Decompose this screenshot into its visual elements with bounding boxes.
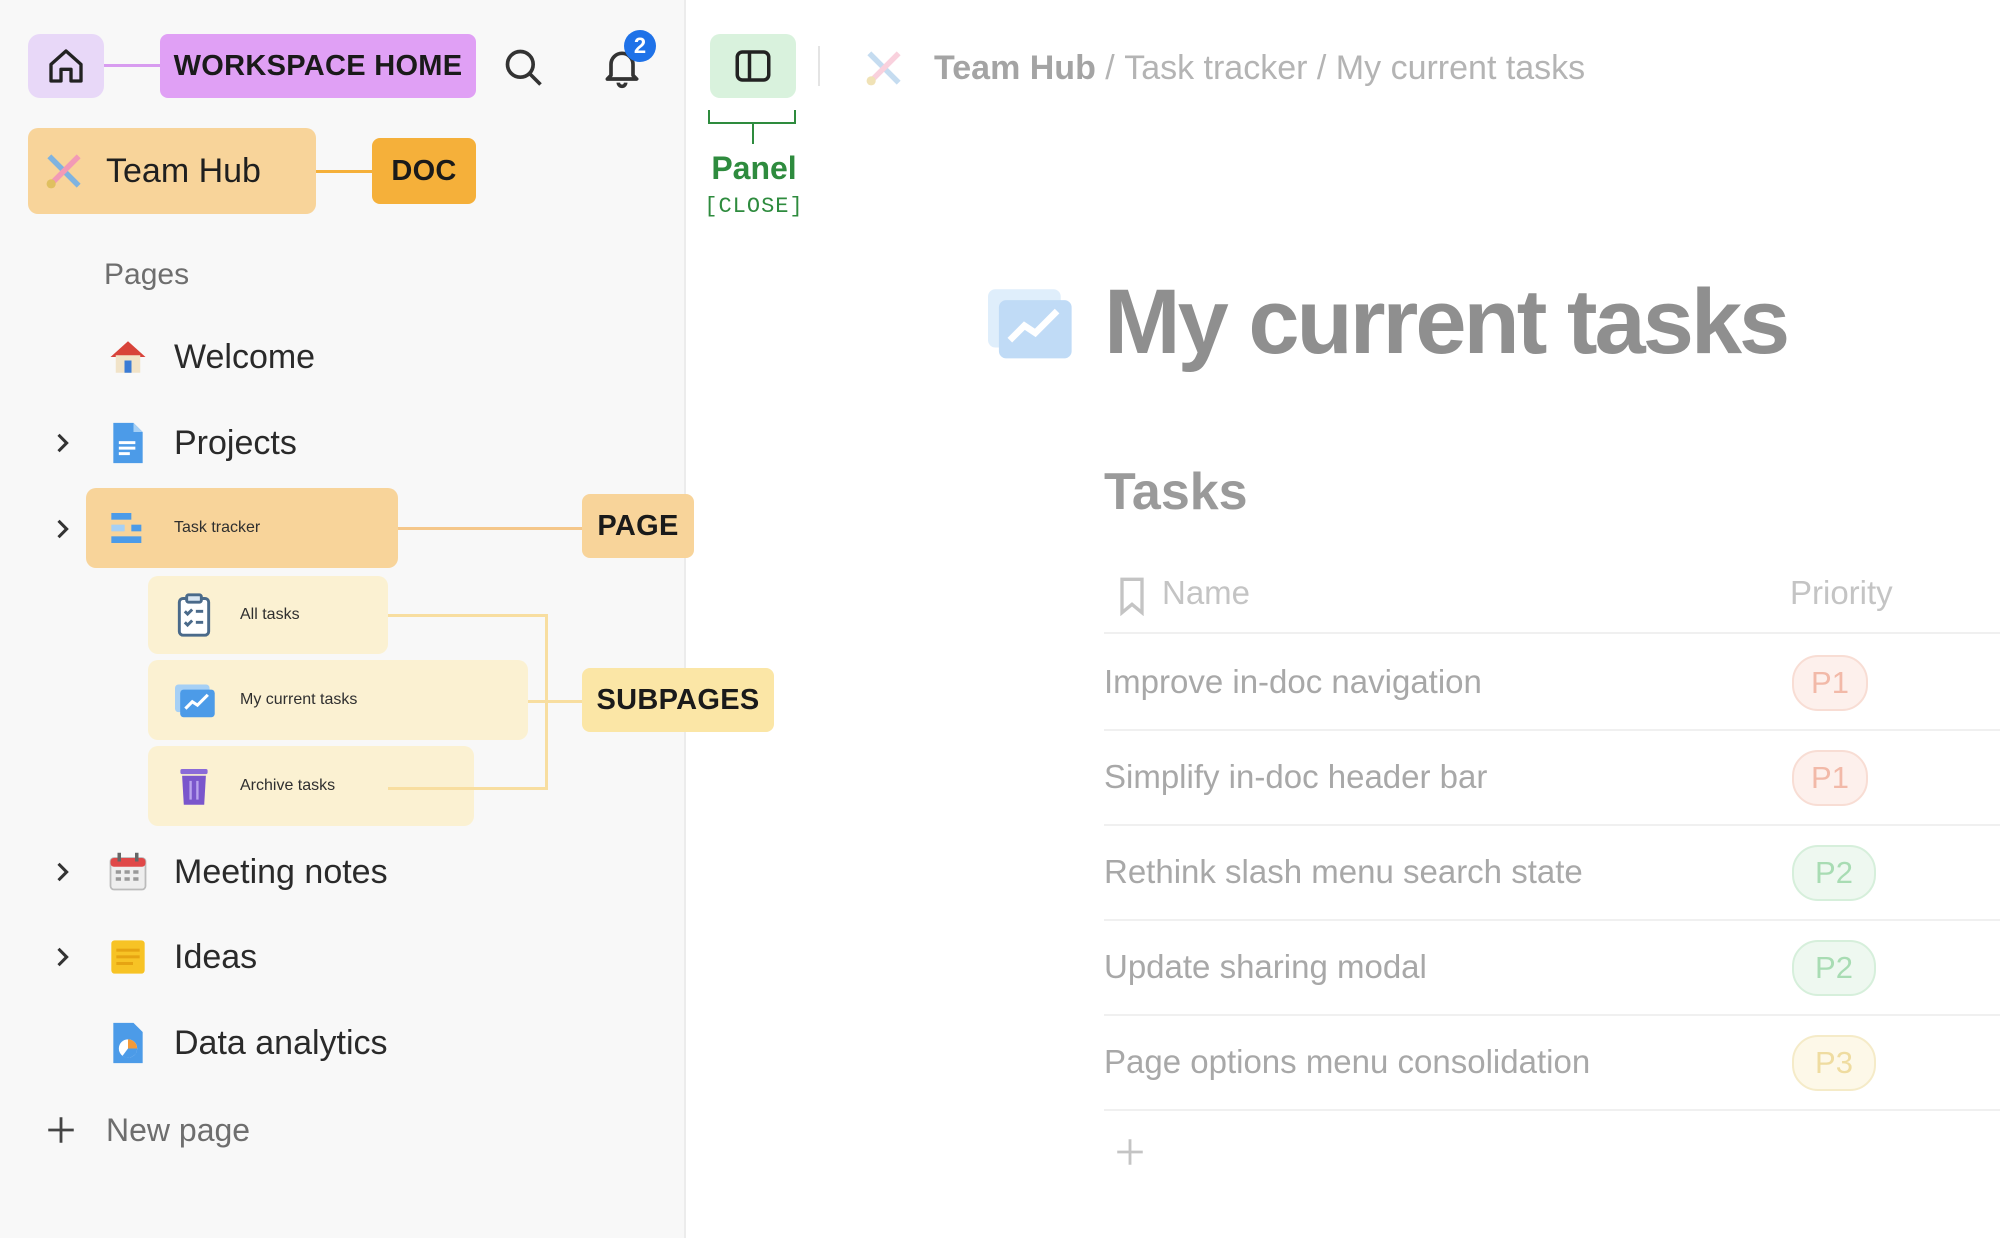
sidebar-item-label: Welcome [174, 337, 316, 376]
breadcrumb-root[interactable]: Team Hub [934, 49, 1096, 88]
new-page-button[interactable]: New page [44, 1100, 250, 1160]
page-connector [398, 527, 582, 530]
task-name: Rethink slash menu search state [1104, 852, 1583, 890]
breadcrumb-parent[interactable]: Task tracker [1124, 49, 1307, 88]
plus-icon [1117, 1139, 1143, 1165]
column-header-priority[interactable]: Priority [1790, 574, 1893, 612]
table-header: Name Priority [1104, 560, 2000, 634]
sidebar-item-data-analytics[interactable]: Data analytics [104, 1000, 388, 1086]
sidebar-item-all-tasks[interactable]: All tasks [148, 576, 388, 654]
priority-badge[interactable]: P2 [1792, 940, 1876, 996]
doc-tag: DOC [372, 138, 476, 204]
notification-badge: 2 [624, 30, 656, 62]
sidebar-item-welcome[interactable]: Welcome [104, 314, 315, 400]
sidebar-panel-icon [735, 50, 771, 82]
home-icon [49, 49, 83, 83]
doc-item-team-hub[interactable]: Team Hub [28, 128, 316, 214]
sidebar-item-ideas[interactable]: Ideas [104, 914, 257, 1000]
panel-toggle-button[interactable] [710, 34, 796, 98]
chevron-right-icon[interactable] [48, 515, 76, 543]
search-icon [505, 49, 542, 86]
panel-annotation-sublabel: [CLOSE] [704, 194, 804, 219]
panel-bracket-stem [752, 124, 754, 144]
chevron-right-icon[interactable] [48, 858, 76, 886]
toolbar-divider [818, 46, 820, 86]
sidebar-item-label: All tasks [240, 606, 300, 623]
breadcrumb-current: My current tasks [1335, 48, 1586, 87]
sidebar-item-label: Projects [174, 423, 297, 462]
sidebar-item-label: Task tracker [174, 519, 261, 536]
sidebar-item-meeting-notes[interactable]: Meeting notes [104, 829, 388, 915]
search-button[interactable] [496, 40, 552, 96]
breadcrumb-separator: / [1307, 48, 1336, 87]
doc-title: Team Hub [106, 151, 261, 190]
task-name: Update sharing modal [1104, 947, 1427, 985]
chart-card-icon [170, 676, 218, 724]
sidebar-item-label: Ideas [174, 937, 258, 976]
priority-badge[interactable]: P1 [1792, 655, 1868, 711]
page-title: My current tasks [1104, 271, 1790, 373]
tools-icon [46, 154, 81, 189]
pie-chart-doc-icon [104, 1019, 152, 1067]
priority-badge[interactable]: P3 [1792, 1035, 1876, 1091]
house-icon [104, 333, 152, 381]
chevron-right-icon[interactable] [48, 943, 76, 971]
task-name: Page options menu consolidation [1104, 1042, 1591, 1080]
document-icon [104, 419, 152, 467]
priority-badge[interactable]: P1 [1792, 750, 1868, 806]
task-name: Simplify in-doc header bar [1104, 757, 1488, 795]
clipboard-icon [170, 591, 218, 639]
calendar-icon [104, 848, 152, 896]
breadcrumb-separator: / [1095, 48, 1125, 87]
workspace-home-connector [104, 64, 160, 67]
workspace-home-button[interactable] [28, 34, 104, 98]
task-name: Improve in-doc navigation [1104, 662, 1482, 700]
tracker-icon [104, 504, 152, 552]
bookmark-icon [1120, 577, 1144, 616]
sidebar-item-task-tracker[interactable]: Task tracker [86, 488, 398, 568]
sidebar-item-projects[interactable]: Projects [104, 400, 297, 486]
table-title: Tasks [1104, 463, 1248, 521]
subpages-connector [528, 700, 582, 703]
plus-icon [48, 1117, 74, 1143]
sidebar-item-label: Meeting notes [174, 852, 388, 891]
add-row-button[interactable] [1108, 1130, 1152, 1174]
panel-annotation-label: Panel [711, 150, 797, 186]
new-page-label: New page [106, 1111, 251, 1148]
priority-badge[interactable]: P2 [1792, 845, 1876, 901]
chevron-right-icon[interactable] [48, 429, 76, 457]
page-icon [984, 282, 1072, 362]
tools-icon [866, 51, 901, 86]
column-header-name[interactable]: Name [1162, 574, 1250, 612]
breadcrumb: Team Hub / Task tracker / My current tas… [862, 40, 1585, 96]
workspace-home-tag: WORKSPACE HOME [160, 34, 476, 98]
sidebar-item-label: Archive tasks [240, 777, 336, 794]
trash-icon [170, 762, 218, 810]
sticky-note-icon [104, 933, 152, 981]
pages-section-label: Pages [104, 258, 190, 291]
doc-connector [316, 170, 372, 173]
sidebar-item-label: My current tasks [240, 691, 358, 708]
page-tag: PAGE [582, 494, 694, 558]
sidebar: WORKSPACE HOME 2 Team Hub DOC Pages Welc… [0, 0, 774, 1238]
subpages-tag: SUBPAGES [582, 668, 774, 732]
subpages-bracket [388, 614, 548, 790]
sidebar-item-label: Data analytics [174, 1023, 388, 1062]
panel-bracket [708, 110, 796, 124]
